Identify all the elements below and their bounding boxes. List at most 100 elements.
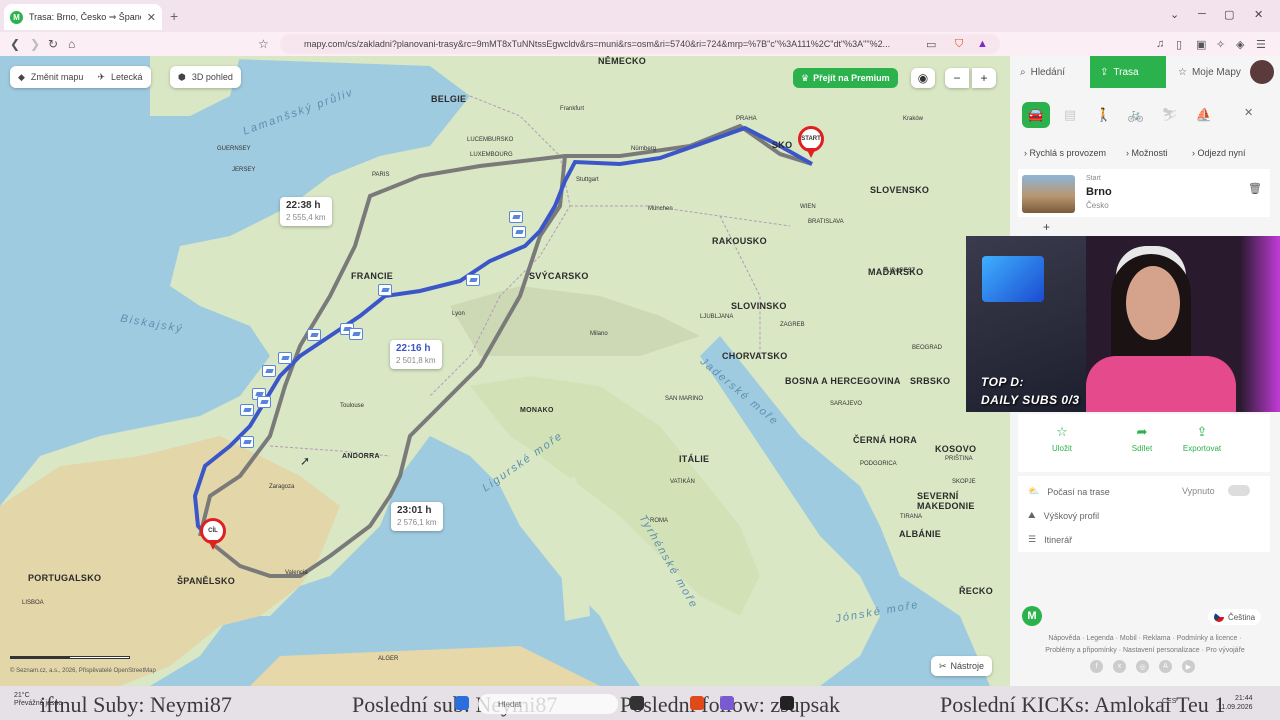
traffic-marker[interactable] bbox=[240, 404, 254, 416]
route-label-main[interactable]: 22:16 h 2 501,8 km bbox=[390, 340, 442, 369]
list-icon: ☰ bbox=[1028, 534, 1037, 544]
mode-boat[interactable]: ⛵ bbox=[1190, 102, 1218, 128]
minimize-icon[interactable]: ─ bbox=[1198, 8, 1206, 20]
obs-icon[interactable] bbox=[780, 696, 794, 710]
appstore-icon[interactable]: A bbox=[1159, 660, 1172, 673]
zoom-out-button[interactable]: − bbox=[945, 68, 969, 88]
maximize-icon[interactable]: ▢ bbox=[1224, 8, 1234, 21]
tab-my-maps[interactable]: ☆ Moje Mapy bbox=[1168, 56, 1258, 88]
taskbar-clock[interactable]: 21:44 11.09.2026 bbox=[1218, 694, 1253, 712]
facebook-icon[interactable]: f bbox=[1090, 660, 1103, 673]
app-icon[interactable] bbox=[630, 696, 644, 710]
cast-icon[interactable]: ▭ bbox=[926, 38, 936, 51]
new-tab-button[interactable]: + bbox=[170, 8, 178, 24]
brave-icon[interactable] bbox=[690, 696, 704, 710]
start-pin[interactable]: START bbox=[798, 126, 824, 158]
option-depart[interactable]: › Odjezd nyní bbox=[1192, 148, 1246, 158]
mode-car[interactable]: 🚘 bbox=[1022, 102, 1050, 128]
discord-icon[interactable] bbox=[720, 696, 734, 710]
leo-icon[interactable]: ✧ bbox=[1216, 38, 1225, 51]
sidebar-icon[interactable]: ▯ bbox=[1176, 38, 1182, 51]
mode-ski[interactable]: ⛷ bbox=[1156, 102, 1184, 128]
reload-icon[interactable]: ↻ bbox=[48, 37, 58, 51]
export-icon: ⇪ bbox=[1196, 424, 1208, 439]
close-window-icon[interactable]: ✕ bbox=[1254, 8, 1263, 21]
back-icon[interactable]: ❮ bbox=[10, 37, 20, 51]
tab-search[interactable]: ⌕ Hledání bbox=[1010, 56, 1088, 88]
plane-icon: ✈ bbox=[97, 71, 105, 82]
traffic-marker[interactable] bbox=[262, 365, 276, 377]
aerial-label: Letecká bbox=[111, 72, 143, 82]
option-more[interactable]: › Možnosti bbox=[1126, 148, 1168, 158]
instagram-icon[interactable]: ◎ bbox=[1136, 660, 1149, 673]
url-input[interactable]: mapy.com/cs/zakladni?planovani-trasy&rc=… bbox=[280, 34, 1000, 54]
weather-row[interactable]: ⛅ Počasí na trase bbox=[1028, 486, 1110, 497]
trash-icon[interactable]: 🗑 bbox=[1248, 182, 1262, 195]
change-map-button[interactable]: ◆ Změnit mapu ✈ Letecká bbox=[10, 66, 151, 88]
tools-button[interactable]: ✂ Nástroje bbox=[931, 656, 993, 676]
traffic-marker[interactable] bbox=[278, 352, 292, 364]
weather-toggle-label: Vypnuto bbox=[1182, 486, 1215, 496]
vpn-icon[interactable]: ◈ bbox=[1236, 38, 1244, 51]
footer-links-2[interactable]: Problémy a připomínky · Nastavení person… bbox=[1020, 647, 1270, 654]
mode-transit[interactable]: ▤ bbox=[1056, 102, 1084, 128]
traffic-marker[interactable] bbox=[240, 436, 254, 448]
zoom-in-button[interactable]: + bbox=[972, 68, 996, 88]
traffic-marker[interactable] bbox=[512, 226, 526, 238]
route-label-alt-south[interactable]: 23:01 h 2 576,1 km bbox=[391, 502, 443, 531]
windows-start-icon[interactable] bbox=[455, 696, 469, 710]
cam-monitor bbox=[982, 256, 1044, 302]
menu-icon[interactable]: ☰ bbox=[1256, 38, 1266, 51]
brave-shield-icon[interactable]: ⛉ bbox=[955, 38, 963, 51]
country-label: KOSOVO bbox=[935, 444, 977, 454]
save-button[interactable]: ☆ Uložit bbox=[1032, 424, 1092, 453]
tab-route[interactable]: ⇪ Trasa bbox=[1090, 56, 1166, 88]
traffic-marker[interactable] bbox=[349, 328, 363, 340]
city-label: BRATISLAVA bbox=[808, 219, 844, 225]
tab-close-icon[interactable]: ✕ bbox=[147, 11, 156, 24]
traffic-marker[interactable] bbox=[257, 396, 271, 408]
tab-list-chevron-icon[interactable]: ⌄ bbox=[1170, 8, 1179, 21]
add-waypoint-button[interactable]: + bbox=[1043, 220, 1050, 234]
bookmark-icon[interactable]: ☆ bbox=[258, 37, 269, 51]
tab-title: Trasa: Brno, Česko ⇒ Španělsko, bbox=[29, 11, 141, 22]
itinerary-row[interactable]: ☰ Itinerář bbox=[1028, 534, 1072, 545]
language-select[interactable]: Čeština bbox=[1208, 609, 1262, 625]
browser-tab[interactable]: M Trasa: Brno, Česko ⇒ Španělsko, ✕ bbox=[4, 4, 162, 30]
forward-icon[interactable]: ❯ bbox=[30, 37, 40, 51]
avatar[interactable] bbox=[1250, 60, 1274, 84]
traffic-marker[interactable] bbox=[378, 284, 392, 296]
elevation-row[interactable]: ⛰ Výškový profil bbox=[1028, 510, 1099, 521]
end-pin[interactable]: CÍL bbox=[200, 518, 226, 550]
x-icon[interactable]: x bbox=[1113, 660, 1126, 673]
close-route-icon[interactable]: ✕ bbox=[1244, 106, 1253, 119]
mode-bike[interactable]: 🚲 bbox=[1122, 102, 1150, 128]
traffic-marker[interactable] bbox=[509, 211, 523, 223]
rewards-icon[interactable]: ▲ bbox=[977, 38, 988, 50]
locate-button[interactable]: ◉ bbox=[911, 68, 935, 88]
route-extras: ⛅ Počasí na trase Vypnuto ⛰ Výškový prof… bbox=[1018, 476, 1270, 552]
traffic-marker[interactable] bbox=[307, 329, 321, 341]
map-canvas[interactable]: ◆ Změnit mapu ✈ Letecká ⬢ 3D pohled ♛ Př… bbox=[0, 56, 1010, 686]
route-label-alt-north[interactable]: 22:38 h 2 555,4 km bbox=[280, 197, 332, 226]
premium-button[interactable]: ♛ Přejít na Premium bbox=[793, 68, 898, 88]
route-time: 22:38 h bbox=[286, 200, 321, 211]
wallet-icon[interactable]: ▣ bbox=[1196, 38, 1206, 51]
start-card[interactable]: Start Brno Česko 🗑 bbox=[1018, 169, 1270, 217]
option-fast[interactable]: › Rychlá s provozem bbox=[1024, 148, 1106, 158]
media-icon[interactable]: ♫ bbox=[1156, 38, 1164, 50]
mapy-logo[interactable]: M bbox=[1022, 606, 1042, 626]
input-language[interactable]: CES bbox=[1162, 698, 1176, 705]
googleplay-icon[interactable]: ▶ bbox=[1182, 660, 1195, 673]
search-label: Hledat bbox=[498, 699, 522, 709]
share-button[interactable]: ➦ Sdílet bbox=[1112, 424, 1172, 453]
weather-toggle[interactable] bbox=[1228, 485, 1250, 496]
mode-walk[interactable]: 🚶 bbox=[1090, 102, 1118, 128]
home-icon[interactable]: ⌂ bbox=[68, 37, 75, 51]
taskbar-search[interactable]: Hledat bbox=[478, 694, 618, 714]
footer-links-1[interactable]: Nápověda · Legenda · Mobil · Reklama · P… bbox=[1020, 635, 1270, 642]
city-label: SARAJEVO bbox=[830, 401, 863, 407]
view-3d-button[interactable]: ⬢ 3D pohled bbox=[170, 66, 241, 88]
traffic-marker[interactable] bbox=[466, 274, 480, 286]
export-button[interactable]: ⇪ Exportovat bbox=[1172, 424, 1232, 453]
